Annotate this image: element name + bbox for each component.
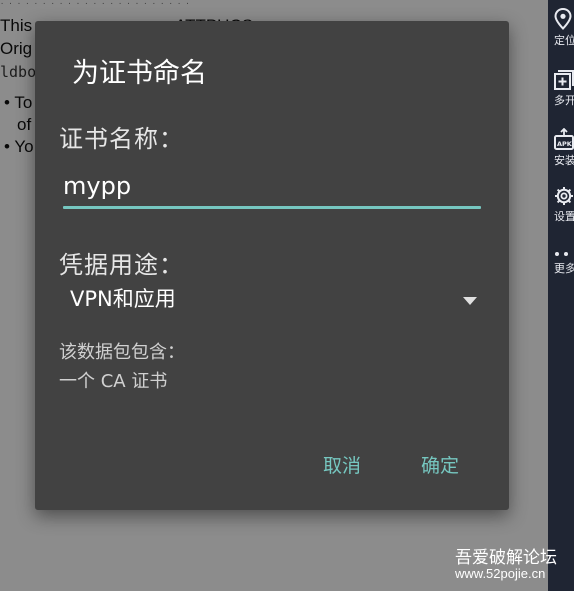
credential-usage-label: 凭据用途： — [59, 251, 184, 279]
toolbar-item-settings[interactable]: 设置 — [554, 186, 574, 224]
dialog-title: 为证书命名 — [72, 58, 207, 89]
toolbar-label-multi-open: 多开 — [554, 94, 574, 107]
right-toolbar: 定位 多开 APK 安装 设置 更多 — [548, 0, 574, 591]
toolbar-label-more: 更多 — [554, 262, 574, 275]
toolbar-item-locate[interactable]: 定位 — [554, 8, 574, 48]
watermark-title: 吾爱破解论坛 — [455, 548, 557, 568]
credential-usage-value: VPN和应用 — [70, 287, 176, 311]
gear-icon — [554, 186, 574, 206]
credential-usage-select[interactable]: VPN和应用 — [59, 277, 483, 317]
name-certificate-dialog: 为证书命名 证书名称： 凭据用途： VPN和应用 该数据包包含： 一个 CA 证… — [35, 21, 509, 510]
dropdown-arrow-icon — [463, 290, 477, 309]
toolbar-item-multi-open[interactable]: 多开 — [554, 70, 574, 108]
toolbar-label-settings: 设置 — [554, 210, 574, 223]
apk-install-icon: APK — [554, 128, 574, 150]
input-underline — [63, 206, 481, 209]
more-dots-icon — [554, 250, 574, 258]
watermark-url: www.52pojie.cn — [455, 566, 546, 581]
certificate-name-input[interactable] — [63, 166, 481, 206]
svg-text:APK: APK — [557, 140, 573, 148]
package-contents-label: 该数据包包含： — [59, 342, 185, 363]
toolbar-label-install: 安装 — [554, 154, 574, 167]
toolbar-label-locate: 定位 — [554, 34, 574, 47]
toolbar-item-more[interactable]: 更多 — [554, 250, 574, 276]
multi-open-icon — [554, 70, 574, 90]
certificate-name-label: 证书名称： — [59, 125, 184, 153]
toolbar-item-install[interactable]: APK 安装 — [554, 128, 574, 168]
ok-button[interactable]: 确定 — [417, 449, 463, 480]
package-contents-value: 一个 CA 证书 — [59, 371, 168, 392]
location-pin-icon — [554, 8, 574, 30]
cancel-button[interactable]: 取消 — [319, 449, 365, 480]
